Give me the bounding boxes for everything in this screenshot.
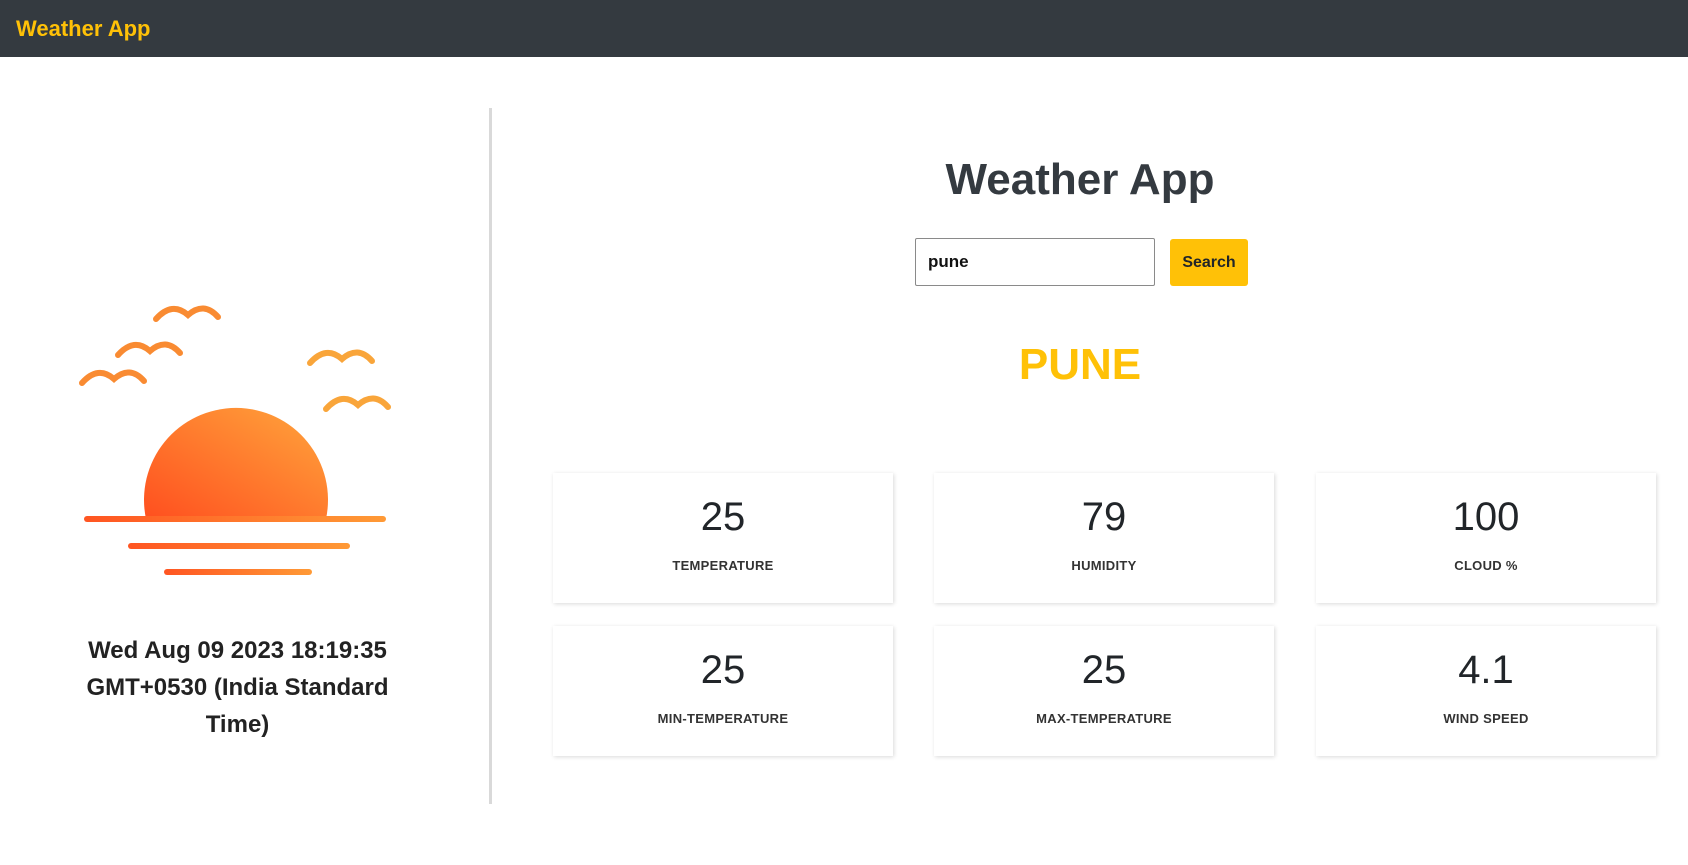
current-datetime: Wed Aug 09 2023 18:19:35 GMT+0530 (India…: [86, 637, 389, 738]
left-panel: Wed Aug 09 2023 18:19:35 GMT+0530 (India…: [0, 57, 490, 865]
sunset-with-birds-icon: [79, 305, 391, 575]
humidity-value: 79: [1081, 495, 1127, 539]
navbar: Weather App: [0, 0, 1688, 57]
city-name: PUNE: [1018, 340, 1142, 389]
humidity-label: HUMIDITY: [1071, 558, 1137, 573]
cloud-value: 100: [1452, 495, 1520, 539]
min-temperature-value: 25: [700, 648, 746, 692]
temperature-label: TEMPERATURE: [672, 558, 774, 573]
search-button[interactable]: Search: [1170, 239, 1248, 286]
min-temperature-label: MIN-TEMPERATURE: [657, 711, 789, 726]
wind-speed-label: WIND SPEED: [1443, 711, 1529, 726]
min-temperature-card: 25 MIN-TEMPERATURE: [553, 626, 893, 756]
max-temperature-card: 25 MAX-TEMPERATURE: [934, 626, 1274, 756]
cloud-label: CLOUD %: [1454, 558, 1518, 573]
vertical-divider: [489, 108, 492, 804]
temperature-value: 25: [700, 495, 746, 539]
max-temperature-value: 25: [1081, 648, 1127, 692]
city-search-input[interactable]: [915, 238, 1155, 286]
navbar-brand[interactable]: Weather App: [16, 16, 150, 42]
humidity-card: 79 HUMIDITY: [934, 473, 1274, 603]
wind-speed-card: 4.1 WIND SPEED: [1316, 626, 1656, 756]
max-temperature-label: MAX-TEMPERATURE: [1036, 711, 1172, 726]
page-title: Weather App: [945, 155, 1215, 204]
temperature-card: 25 TEMPERATURE: [553, 473, 893, 603]
wind-speed-value: 4.1: [1458, 648, 1514, 692]
cloud-card: 100 CLOUD %: [1316, 473, 1656, 603]
